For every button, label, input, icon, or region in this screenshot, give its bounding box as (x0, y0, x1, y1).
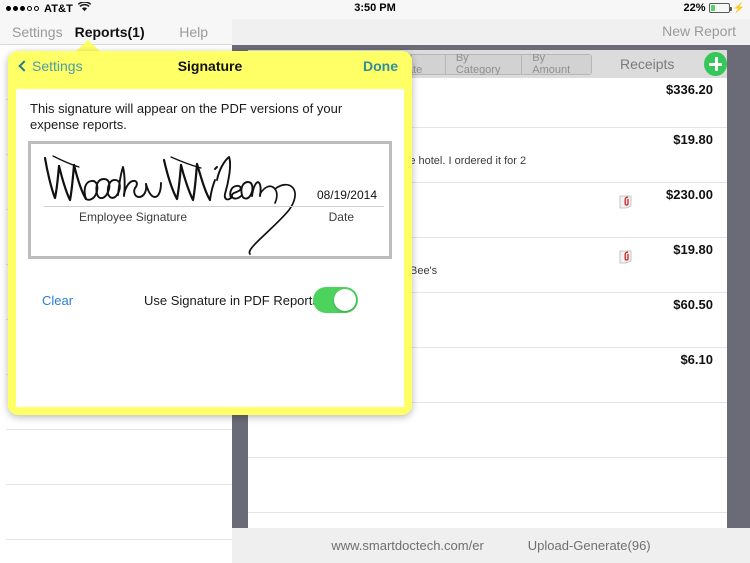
row-amount: $19.80 (673, 242, 713, 257)
use-signature-toggle[interactable] (313, 287, 358, 313)
ipad-app-screen: AT&T 3:50 PM 22% ⚡ Settings Reports(1) H… (0, 0, 750, 563)
new-report-button[interactable]: New Report (662, 23, 736, 39)
row-amount: $230.00 (666, 187, 713, 202)
row-amount: $6.10 (680, 352, 713, 367)
signature-baseline (44, 206, 384, 207)
list-item[interactable] (6, 430, 232, 485)
list-item[interactable] (6, 540, 232, 563)
detail-footer: www.smartdoctech.com/er Upload-Generate(… (232, 528, 750, 563)
status-bar-time: 3:50 PM (354, 2, 396, 14)
panel-splitter-right (727, 45, 750, 528)
row-amount: $336.20 (666, 82, 713, 97)
popover-navbar: Settings Signature Done (8, 51, 412, 81)
signature-date-value: 08/19/2014 (316, 188, 377, 202)
battery-percent-label: 22% (683, 2, 706, 14)
battery-icon (708, 3, 732, 13)
date-label: Date (328, 210, 354, 224)
tab-settings[interactable]: Settings (6, 24, 69, 40)
list-item[interactable] (6, 485, 232, 540)
signature-description: This signature will appear on the PDF ve… (30, 101, 343, 132)
use-signature-label: Use Signature in PDF Reports (144, 293, 319, 308)
tab-help[interactable]: Help (173, 24, 214, 40)
detail-navbar: New Report (232, 19, 750, 45)
segment-by-amount[interactable]: By Amount (521, 53, 592, 75)
toggle-knob (334, 289, 356, 311)
status-bar: AT&T 3:50 PM 22% ⚡ (0, 0, 750, 19)
lightning-bolt-icon: ⚡ (732, 2, 745, 14)
table-row[interactable] (248, 458, 727, 513)
signature-controls: Clear Use Signature in PDF Reports (16, 285, 404, 321)
row-amount: $60.50 (673, 297, 713, 312)
website-url-label[interactable]: www.smartdoctech.com/er (331, 538, 483, 553)
paperclip-attachment-icon[interactable] (617, 248, 635, 266)
paperclip-attachment-icon[interactable] (617, 193, 635, 211)
popover-body: This signature will appear on the PDF ve… (16, 89, 404, 407)
receipts-label: Receipts (619, 56, 675, 72)
status-bar-right: 22% ⚡ (684, 2, 745, 14)
popover-title: Signature (177, 58, 243, 74)
upload-generate-button[interactable]: Upload-Generate(96) (528, 538, 651, 553)
signature-canvas[interactable]: Employee Signature 08/19/2014 Date (28, 141, 392, 259)
plus-circle-icon[interactable] (704, 52, 727, 76)
employee-signature-label: Employee Signature (79, 210, 188, 224)
sort-segmented-control[interactable]: By Date By Category By Amount (388, 53, 592, 75)
tab-reports[interactable]: Reports(1) (69, 24, 151, 40)
clear-button[interactable]: Clear (42, 293, 73, 308)
segment-by-category[interactable]: By Category (444, 53, 522, 75)
row-amount: $19.80 (673, 132, 713, 147)
master-tab-bar: Settings Reports(1) Help (0, 19, 232, 45)
master-navbar: Settings Reports(1) Help (0, 19, 232, 45)
signature-popover: Settings Signature Done This signature w… (8, 51, 412, 415)
